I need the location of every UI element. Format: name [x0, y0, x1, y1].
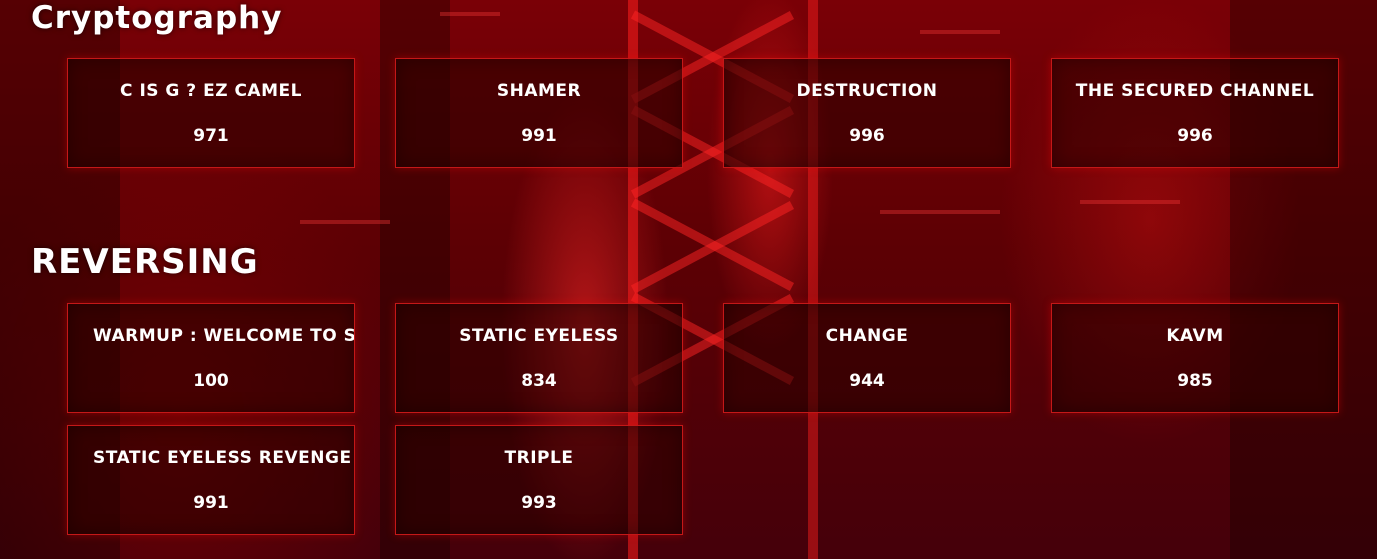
challenge-points: 971: [193, 126, 229, 146]
challenge-name: DESTRUCTION: [796, 81, 938, 101]
section-title-cryptography: Cryptography: [31, 0, 283, 36]
challenge-name: STATIC EYELESS REVENGE: [93, 448, 352, 468]
challenge-name: C IS G ? EZ CAMEL: [120, 81, 302, 101]
challenge-name: TRIPLE: [504, 448, 574, 468]
challenge-points: 991: [521, 126, 557, 146]
challenge-card[interactable]: DESTRUCTION 996: [723, 58, 1011, 168]
challenge-name: KAVM: [1166, 326, 1224, 346]
challenge-points: 944: [849, 371, 885, 391]
background-light-streak: [300, 220, 390, 224]
challenge-card[interactable]: STATIC EYELESS REVENGE 991: [67, 425, 355, 535]
challenge-card[interactable]: CHANGE 944: [723, 303, 1011, 413]
challenge-card[interactable]: C IS G ? EZ CAMEL 971: [67, 58, 355, 168]
background-light-streak: [880, 210, 1000, 214]
background-light-streak: [1080, 200, 1180, 204]
background-light-streak: [440, 12, 500, 16]
challenge-points: 985: [1177, 371, 1213, 391]
challenge-points: 996: [849, 126, 885, 146]
section-title-reversing: REVERSING: [31, 242, 259, 282]
challenge-points: 834: [521, 371, 557, 391]
challenge-name: WARMUP : WELCOME TO S: [93, 326, 355, 346]
challenge-points: 996: [1177, 126, 1213, 146]
challenge-card[interactable]: TRIPLE 993: [395, 425, 683, 535]
challenge-points: 100: [193, 371, 229, 391]
challenge-card[interactable]: SHAMER 991: [395, 58, 683, 168]
challenge-points: 993: [521, 493, 557, 513]
challenge-card[interactable]: WARMUP : WELCOME TO S 100: [67, 303, 355, 413]
challenge-name: THE SECURED CHANNEL: [1075, 81, 1315, 101]
challenge-card[interactable]: KAVM 985: [1051, 303, 1339, 413]
challenge-points: 991: [193, 493, 229, 513]
challenge-name: STATIC EYELESS: [459, 326, 619, 346]
challenge-name: CHANGE: [825, 326, 909, 346]
background-light-streak: [920, 30, 1000, 34]
challenge-card[interactable]: STATIC EYELESS 834: [395, 303, 683, 413]
challenge-name: SHAMER: [496, 81, 582, 101]
challenge-card[interactable]: THE SECURED CHANNEL 996: [1051, 58, 1339, 168]
